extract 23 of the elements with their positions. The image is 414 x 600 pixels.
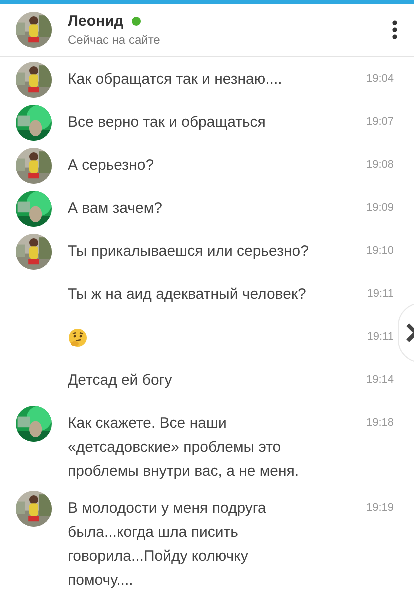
online-status: Сейчас на сайте bbox=[68, 33, 162, 47]
message-time: 19:09 bbox=[365, 201, 394, 214]
message-text: Как обращатся так и незнаю.... bbox=[68, 70, 284, 90]
message-time: 19:11 bbox=[366, 287, 394, 300]
message-text: Как скажете. Все наши «детсадовские» проблемы это проблемы внутри вас, а не меня. bbox=[68, 414, 300, 482]
message-text: Ты ж на аид адекватный человек? bbox=[68, 285, 308, 305]
message-text: А вам зачем? bbox=[68, 199, 164, 219]
message-text: Ты прикалываешся или серьезно? bbox=[68, 242, 310, 262]
message-text: А серьезно? bbox=[68, 156, 156, 176]
message-time: 19:10 bbox=[365, 244, 394, 257]
message-time: 19:14 bbox=[365, 373, 394, 386]
message-time: 19:08 bbox=[365, 158, 394, 171]
message-text: Все верно так и обращаться bbox=[68, 113, 267, 133]
thinking-face-icon bbox=[68, 328, 88, 348]
message-text: В молодости у меня подруга была...когда шла писить говорила...Пойду колючку помочу.... bbox=[68, 499, 268, 591]
message-time: 19:18 bbox=[365, 416, 394, 429]
message-text: Детсад ей богу bbox=[68, 371, 174, 391]
more-icon[interactable] bbox=[392, 20, 398, 40]
message-time: 19:19 bbox=[365, 501, 394, 514]
contact-name: Леонид bbox=[68, 13, 124, 30]
message-time: 19:11 bbox=[366, 330, 394, 343]
message-time: 19:04 bbox=[365, 72, 394, 85]
message-time: 19:07 bbox=[365, 115, 394, 128]
